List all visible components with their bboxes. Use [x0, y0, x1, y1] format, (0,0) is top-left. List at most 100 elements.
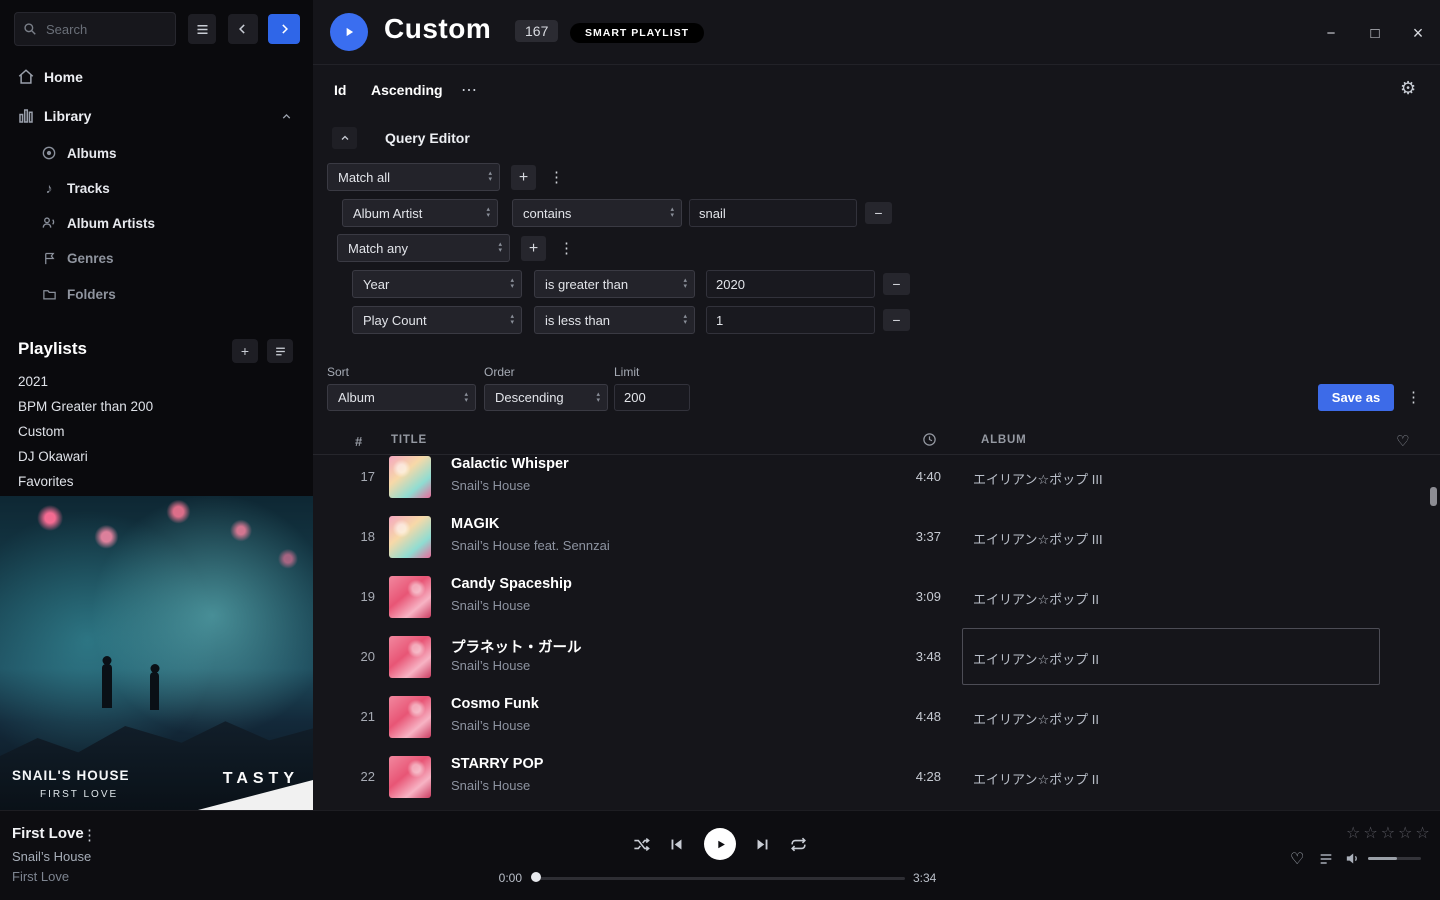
- table-row[interactable]: 17 Galactic Whisper Snail’s House 4:40 エ…: [313, 455, 1440, 507]
- table-row[interactable]: 20 プラネット・ガール Snail’s House 3:48 エイリアン☆ポッ…: [313, 627, 1440, 687]
- match-type-select[interactable]: Match all: [327, 163, 500, 191]
- playlist-item[interactable]: DJ Okawari: [18, 444, 298, 468]
- window-close-button[interactable]: ×: [1405, 20, 1431, 46]
- query-editor-collapse-button[interactable]: [332, 127, 357, 149]
- playlist-item[interactable]: 2021: [18, 369, 298, 393]
- sort-more-button[interactable]: ⋯: [461, 80, 477, 100]
- track-title[interactable]: STARRY POP: [451, 756, 543, 772]
- now-playing-menu-button[interactable]: ⋮: [82, 826, 97, 844]
- add-playlist-button[interactable]: +: [232, 339, 258, 363]
- search-box[interactable]: [14, 12, 176, 46]
- sort-by-select[interactable]: Album: [327, 384, 476, 411]
- table-row[interactable]: 18 MAGIK Snail’s House feat. Sennzai 3:3…: [313, 507, 1440, 567]
- group-match-type-select[interactable]: Match any: [337, 234, 510, 262]
- table-row[interactable]: 21 Cosmo Funk Snail’s House 4:48 エイリアン☆ポ…: [313, 687, 1440, 747]
- sidebar-item-folders[interactable]: Folders: [0, 281, 313, 307]
- track-album[interactable]: エイリアン☆ポップ III: [973, 529, 1103, 548]
- queue-button[interactable]: [1318, 851, 1334, 867]
- playlist-item[interactable]: Custom: [18, 419, 298, 443]
- search-input[interactable]: [44, 21, 154, 38]
- track-artist[interactable]: Snail’s House: [451, 718, 530, 733]
- sidebar-item-library[interactable]: Library: [0, 101, 313, 131]
- track-title[interactable]: Candy Spaceship: [451, 576, 572, 592]
- track-artist[interactable]: Snail’s House: [451, 598, 530, 613]
- add-rule-button[interactable]: +: [511, 165, 536, 190]
- back-button[interactable]: [228, 14, 258, 44]
- forward-button[interactable]: [268, 14, 300, 44]
- track-artist[interactable]: Snail’s House: [451, 478, 530, 493]
- track-album[interactable]: エイリアン☆ポップ II: [973, 649, 1099, 668]
- rule-operator-select[interactable]: contains: [512, 199, 682, 227]
- album-art-thumbnail[interactable]: [389, 696, 431, 738]
- track-album[interactable]: エイリアン☆ポップ III: [973, 469, 1103, 488]
- rule-operator-select[interactable]: is greater than: [534, 270, 695, 298]
- column-favorite-heart-icon[interactable]: ♡: [1396, 432, 1410, 450]
- seek-handle[interactable]: [531, 872, 541, 882]
- group-menu-button[interactable]: ⋮: [559, 239, 574, 257]
- now-playing-artwork[interactable]: SNAIL'S HOUSE FIRST LOVE TASTY: [0, 496, 313, 810]
- rule-value-input[interactable]: [706, 306, 875, 334]
- add-group-rule-button[interactable]: +: [521, 236, 546, 261]
- rule-field-select[interactable]: Year: [352, 270, 522, 298]
- playlist-item[interactable]: BPM Greater than 200: [18, 394, 298, 418]
- play-playlist-button[interactable]: [330, 13, 368, 51]
- rule-value-input[interactable]: [706, 270, 875, 298]
- chevron-up-icon[interactable]: [280, 110, 293, 123]
- scrollbar-thumb[interactable]: [1430, 487, 1437, 506]
- limit-input[interactable]: [614, 384, 690, 411]
- save-menu-button[interactable]: ⋮: [1406, 388, 1421, 406]
- sidebar-item-home[interactable]: Home: [0, 62, 313, 92]
- remove-rule-button[interactable]: −: [883, 273, 910, 295]
- star-icon[interactable]: ☆: [1346, 825, 1363, 842]
- sidebar-item-genres[interactable]: Genres: [0, 245, 313, 271]
- star-icon[interactable]: ☆: [1381, 825, 1398, 842]
- track-artist[interactable]: Snail’s House: [451, 778, 530, 793]
- track-album[interactable]: エイリアン☆ポップ II: [973, 769, 1099, 788]
- play-pause-button[interactable]: [704, 828, 736, 860]
- remove-rule-button[interactable]: −: [883, 309, 910, 331]
- order-select[interactable]: Descending: [484, 384, 608, 411]
- table-row[interactable]: 22 STARRY POP Snail’s House 4:28 エイリアン☆ポ…: [313, 747, 1440, 807]
- seek-bar[interactable]: [535, 877, 905, 880]
- column-title[interactable]: TITLE: [391, 434, 427, 446]
- track-title[interactable]: Galactic Whisper: [451, 456, 569, 472]
- track-title[interactable]: Cosmo Funk: [451, 696, 539, 712]
- previous-track-button[interactable]: [668, 836, 685, 853]
- sidebar-item-tracks[interactable]: ♪ Tracks: [0, 175, 313, 201]
- track-album[interactable]: エイリアン☆ポップ II: [973, 589, 1099, 608]
- sidebar-item-album-artists[interactable]: Album Artists: [0, 210, 313, 236]
- rule-field-select[interactable]: Album Artist: [342, 199, 498, 227]
- save-as-button[interactable]: Save as: [1318, 384, 1394, 411]
- track-title[interactable]: プラネット・ガール: [451, 636, 582, 657]
- sort-field-button[interactable]: Id: [334, 82, 346, 98]
- star-icon[interactable]: ☆: [1398, 825, 1415, 842]
- window-minimize-button[interactable]: −: [1318, 20, 1344, 46]
- rule-field-select[interactable]: Play Count: [352, 306, 522, 334]
- now-playing-artist[interactable]: Snail’s House: [12, 849, 91, 864]
- sort-direction-button[interactable]: Ascending: [371, 82, 443, 98]
- remove-rule-button[interactable]: −: [865, 202, 892, 224]
- window-maximize-button[interactable]: □: [1362, 20, 1388, 46]
- repeat-button[interactable]: [789, 835, 808, 854]
- favorite-heart-button[interactable]: ♡: [1290, 849, 1304, 869]
- album-art-thumbnail[interactable]: [389, 456, 431, 498]
- album-art-thumbnail[interactable]: [389, 756, 431, 798]
- table-row[interactable]: 19 Candy Spaceship Snail’s House 3:09 エイ…: [313, 567, 1440, 627]
- settings-gear-button[interactable]: ⚙: [1400, 78, 1416, 99]
- playlist-item[interactable]: Favorites: [18, 469, 298, 493]
- column-number[interactable]: #: [355, 434, 363, 449]
- album-art-thumbnail[interactable]: [389, 576, 431, 618]
- rule-operator-select[interactable]: is less than: [534, 306, 695, 334]
- track-title[interactable]: MAGIK: [451, 516, 499, 532]
- track-album[interactable]: エイリアン☆ポップ II: [973, 709, 1099, 728]
- rule-value-input[interactable]: [689, 199, 857, 227]
- shuffle-button[interactable]: [632, 835, 651, 854]
- now-playing-album[interactable]: First Love: [12, 869, 69, 884]
- column-album[interactable]: ALBUM: [981, 434, 1027, 446]
- playlist-options-button[interactable]: [267, 339, 293, 363]
- rule-group-menu-button[interactable]: ⋮: [549, 168, 564, 186]
- volume-button[interactable]: [1344, 850, 1361, 867]
- track-artist[interactable]: Snail’s House feat. Sennzai: [451, 538, 610, 553]
- star-icon[interactable]: ☆: [1363, 825, 1380, 842]
- menu-button[interactable]: [188, 14, 216, 44]
